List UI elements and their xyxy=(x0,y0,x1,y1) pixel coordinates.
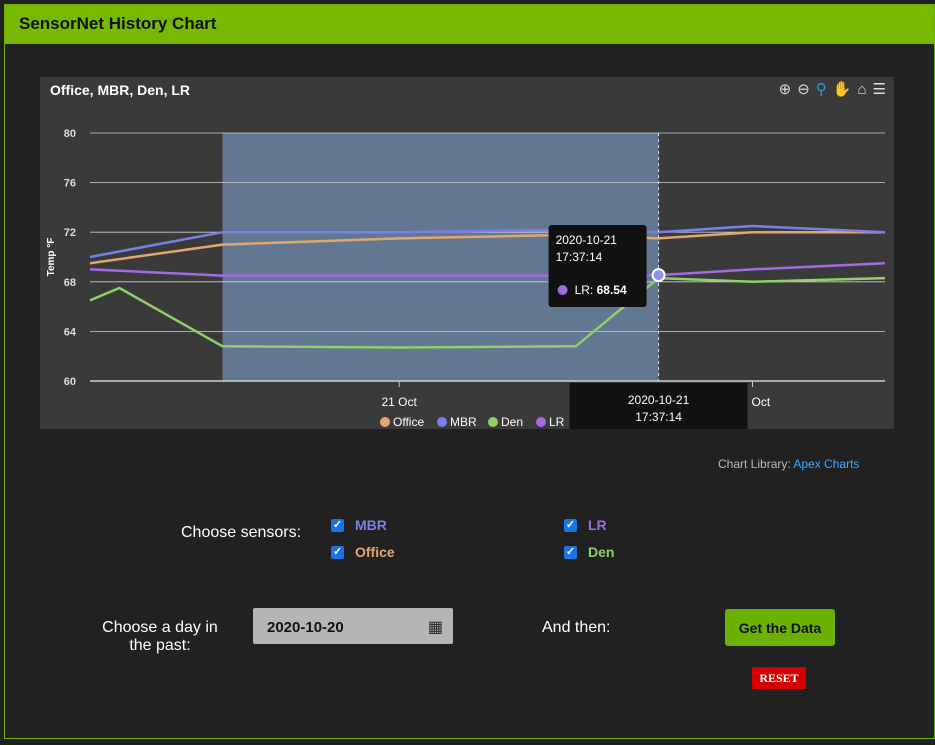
date-input[interactable]: 2020-10-20 ▦ xyxy=(253,608,453,644)
y-axis-label: Temp °F xyxy=(46,238,57,277)
sensor-checkbox-den[interactable]: ✓ Den xyxy=(564,544,614,560)
search-icon[interactable]: ⚲ xyxy=(816,82,827,98)
apex-charts-link[interactable]: Apex Charts xyxy=(793,457,859,471)
x-axis-tooltip-text: 17:37:14 xyxy=(635,410,682,424)
line-chart[interactable]: 606468727680Temp °F21 Oct 22 OctOffice MBR… xyxy=(40,77,894,429)
legend-swatch-lr xyxy=(536,417,546,427)
zoom-out-icon[interactable]: ⊖ xyxy=(797,82,810,98)
sensor-label-mbr: MBR xyxy=(355,517,387,533)
sensor-label-den: Den xyxy=(588,544,615,560)
legend-swatch-office xyxy=(380,417,390,427)
legend-label-office: Office xyxy=(393,415,424,429)
sensor-label-lr: LR xyxy=(588,517,607,533)
sensor-checkbox-office[interactable]: ✓ Office xyxy=(331,544,395,560)
and-then-label: And then: xyxy=(542,619,611,636)
y-tick-label: 80 xyxy=(64,128,76,140)
legend-swatch-den xyxy=(488,417,498,427)
chart-toolbar: ⊕ ⊖ ⚲ ✋ ⌂ ☰ xyxy=(779,82,886,98)
sensor-label-office: Office xyxy=(355,544,395,560)
choose-sensors-label: Choose sensors: xyxy=(181,524,302,541)
y-tick-label: 60 xyxy=(64,376,76,388)
x-tick-label: 21 Oct xyxy=(381,395,417,409)
date-value: 2020-10-20 xyxy=(267,619,344,636)
tooltip-time: 17:37:14 xyxy=(556,250,603,264)
library-prefix: Chart Library: xyxy=(718,457,791,471)
series-tooltip: 2020-10-21 17:37:14 LR: 68.54 xyxy=(548,225,647,307)
x-axis-tooltip-text: 2020-10-21 xyxy=(628,393,690,407)
legend-label-lr: LR xyxy=(549,415,565,429)
page-title: SensorNet History Chart xyxy=(19,14,217,33)
legend-label-mbr: MBR xyxy=(450,415,477,429)
legend-label-den: Den xyxy=(501,415,523,429)
choose-day-line-1: Choose a day in xyxy=(102,619,218,636)
y-tick-label: 68 xyxy=(64,277,76,289)
checkbox-icon[interactable]: ✓ xyxy=(564,545,577,559)
home-icon[interactable]: ⌂ xyxy=(857,82,866,98)
y-tick-label: 64 xyxy=(64,326,77,338)
hover-marker xyxy=(651,268,666,283)
zoom-in-icon[interactable]: ⊕ xyxy=(779,82,792,98)
menu-icon[interactable]: ☰ xyxy=(873,82,886,98)
pan-hand-icon[interactable]: ✋ xyxy=(833,82,852,98)
reset-button[interactable]: RESET xyxy=(752,667,806,689)
checkbox-icon[interactable]: ✓ xyxy=(564,518,577,532)
tooltip-value: LR: 68.54 xyxy=(575,283,627,297)
legend-swatch-mbr xyxy=(437,417,447,427)
y-tick-label: 72 xyxy=(64,227,76,239)
chart-panel: 60 64 68 72 76 80 Temp °F 21 Oct 22 Oct Office MBR… xyxy=(40,77,894,429)
checkbox-icon[interactable]: ✓ xyxy=(331,518,344,532)
checkbox-icon[interactable]: ✓ xyxy=(331,545,344,559)
x-axis-tooltip: 2020-10-21 17:37:14 xyxy=(569,383,748,429)
sensor-checkbox-mbr[interactable]: ✓ MBR xyxy=(331,517,387,533)
choose-day-label: Choose a day in the past: xyxy=(100,619,220,655)
choose-day-line-2: the past: xyxy=(129,637,191,654)
sensor-checkbox-lr[interactable]: ✓ LR xyxy=(564,517,607,533)
y-tick-label: 76 xyxy=(64,178,76,190)
title-bar: SensorNet History Chart xyxy=(5,5,934,44)
calendar-icon[interactable]: ▦ xyxy=(428,617,443,637)
tooltip-swatch xyxy=(557,285,568,295)
get-data-button[interactable]: Get the Data xyxy=(725,609,835,646)
chart-library-note: Chart Library: Apex Charts xyxy=(718,457,859,471)
tooltip-time: 2020-10-21 xyxy=(556,233,618,247)
chart-title: Office, MBR, Den, LR xyxy=(50,82,191,98)
